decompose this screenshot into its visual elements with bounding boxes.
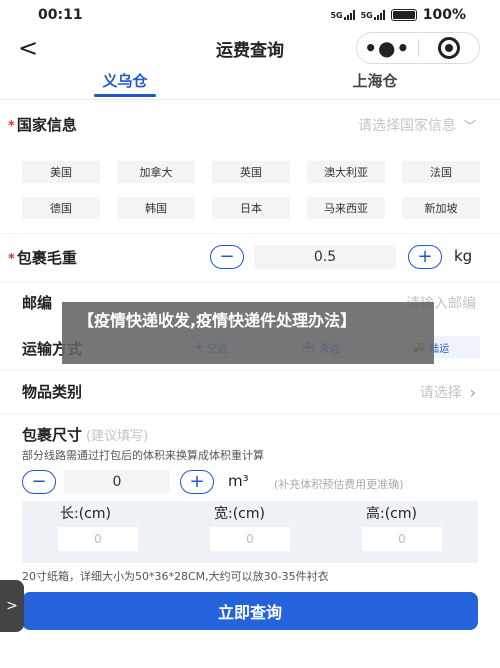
country-option[interactable]: 英国: [212, 161, 290, 183]
weight-minus-button[interactable]: −: [210, 245, 244, 269]
weight-plus-button[interactable]: +: [408, 245, 442, 269]
category-label: 物品类别: [22, 383, 83, 401]
length-input[interactable]: 0: [58, 527, 138, 551]
country-option[interactable]: 马来西亚: [307, 197, 385, 219]
country-option[interactable]: 日本: [212, 197, 290, 219]
postcode-label: 邮编: [22, 294, 53, 312]
size-label: 包裹尺寸 (建议填写): [22, 426, 149, 444]
country-option[interactable]: 德国: [22, 197, 100, 219]
country-option[interactable]: 澳大利亚: [307, 161, 385, 183]
height-input[interactable]: 0: [362, 527, 442, 551]
country-option[interactable]: 加拿大: [117, 161, 195, 183]
volume-unit: m³: [228, 472, 249, 490]
side-expand-tab[interactable]: >: [0, 580, 24, 632]
country-option[interactable]: 美国: [22, 161, 100, 183]
size-note: 部分线路需通过打包后的体积来换算成体积重计算: [22, 449, 264, 462]
country-option[interactable]: 法国: [402, 161, 480, 183]
size-example: 20寸纸箱，详细大小为50*36*28CM,大约可以放30-35件衬衣: [22, 570, 329, 583]
width-label: 宽:(cm): [214, 506, 265, 522]
status-bar: 00:11 5G 5G 100%: [0, 0, 500, 30]
volume-input[interactable]: 0: [64, 470, 170, 494]
signal-icon: 5G: [330, 10, 355, 20]
size-hint: (建议填写): [86, 429, 149, 444]
status-indicators: 5G 5G 100%: [330, 7, 466, 23]
page-title: 运费查询: [216, 40, 284, 61]
height-label: 高:(cm): [366, 506, 417, 522]
chevron-right-icon: ›: [469, 382, 476, 402]
country-option[interactable]: 韩国: [117, 197, 195, 219]
volume-plus-button[interactable]: +: [180, 470, 214, 494]
tab-yiwu[interactable]: 义乌仓: [0, 66, 250, 99]
nav-bar: < 运费查询 •●•: [0, 30, 500, 66]
chevron-down-icon: ﹀: [463, 118, 476, 133]
country-label: * 国家信息: [8, 116, 77, 134]
tab-shanghai[interactable]: 上海仓: [250, 66, 500, 99]
weight-label: * 包裹毛重: [8, 249, 77, 267]
country-options: 美国 加拿大 英国 澳大利亚 法国 德国 韩国 日本 马来西亚 新加坡: [22, 161, 480, 219]
warehouse-tabs: 义乌仓 上海仓: [0, 66, 500, 100]
category-select[interactable]: 请选择 ›: [420, 382, 476, 402]
back-icon[interactable]: <: [18, 34, 38, 62]
battery-level: 100%: [422, 7, 466, 23]
signal-icon-2: 5G: [361, 10, 385, 20]
headline-banner[interactable]: 【疫情快递收发,疫情快递件处理办法】: [62, 302, 434, 364]
battery-icon: [390, 9, 417, 21]
more-menu-icon[interactable]: •●•: [357, 38, 418, 58]
volume-note: (补充体积预估费用更准确): [274, 478, 404, 491]
close-mini-program-icon[interactable]: [418, 37, 479, 59]
submit-query-button[interactable]: 立即查询: [22, 592, 478, 630]
length-label: 长:(cm): [60, 506, 111, 522]
volume-minus-button[interactable]: −: [22, 470, 56, 494]
country-option[interactable]: 新加坡: [402, 197, 480, 219]
status-time: 00:11: [38, 7, 83, 23]
mini-program-capsule: •●•: [356, 32, 480, 64]
country-select[interactable]: 请选择国家信息 ﹀: [358, 115, 476, 135]
width-input[interactable]: 0: [210, 527, 290, 551]
weight-input[interactable]: 0.5: [254, 245, 396, 269]
weight-unit: kg: [454, 247, 473, 265]
